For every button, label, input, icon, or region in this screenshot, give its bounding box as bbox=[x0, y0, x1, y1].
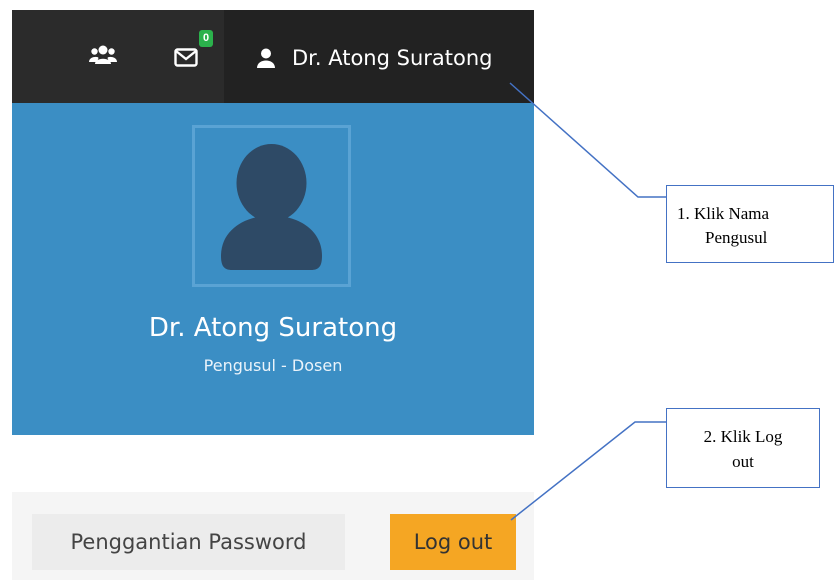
callout-2-line-1: 2. Klik Log bbox=[703, 427, 783, 446]
callout-step-2: 2. Klik Log out bbox=[666, 408, 820, 488]
callout-1-line-1: 1. Klik Nama bbox=[677, 204, 770, 223]
callout-2-line-2: out bbox=[732, 452, 754, 471]
callout-step-1: 1. Klik Nama Pengusul bbox=[666, 185, 834, 263]
callout-leader-lines bbox=[509, 82, 666, 521]
callout-2-leader bbox=[510, 421, 666, 521]
callout-1-leader bbox=[509, 82, 666, 198]
callout-1-line-2: Pengusul bbox=[705, 228, 768, 247]
